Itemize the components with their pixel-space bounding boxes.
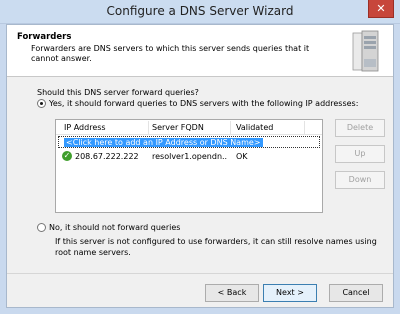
forward-yes-radio[interactable] bbox=[37, 99, 46, 108]
page-description: Forwarders are DNS servers to which this… bbox=[31, 44, 310, 63]
close-button[interactable]: ✕ bbox=[368, 0, 394, 18]
title-bar: Configure a DNS Server Wizard ✕ bbox=[0, 0, 400, 24]
table-row[interactable]: ✓ 208.67.222.222 resolver1.opendn... OK bbox=[56, 151, 322, 163]
next-button[interactable]: Next > bbox=[263, 284, 317, 302]
back-button[interactable]: < Back bbox=[205, 284, 259, 302]
server-icon bbox=[352, 30, 379, 72]
forward-question: Should this DNS server forward queries? bbox=[37, 88, 199, 97]
add-address-row[interactable]: <Click here to add an IP Address or DNS … bbox=[58, 136, 320, 148]
forward-yes-label[interactable]: Yes, it should forward queries to DNS se… bbox=[49, 99, 358, 108]
list-header: IP Address Server FQDN Validated bbox=[56, 120, 322, 135]
check-circle-icon: ✓ bbox=[62, 151, 72, 161]
column-separator bbox=[230, 121, 231, 134]
forwarders-list[interactable]: IP Address Server FQDN Validated <Click … bbox=[55, 119, 323, 213]
footer-divider bbox=[7, 273, 393, 274]
page-title: Forwarders bbox=[17, 32, 72, 42]
up-button[interactable]: Up bbox=[335, 145, 385, 163]
no-forwarders-note: If this server is not configured to use … bbox=[55, 237, 377, 257]
forward-no-label[interactable]: No, it should not forward queries bbox=[49, 223, 180, 232]
down-button[interactable]: Down bbox=[335, 171, 385, 189]
row-validated: OK bbox=[236, 152, 248, 161]
delete-button[interactable]: Delete bbox=[335, 119, 385, 137]
add-address-prompt[interactable]: <Click here to add an IP Address or DNS … bbox=[64, 138, 263, 147]
window-title: Configure a DNS Server Wizard bbox=[106, 4, 294, 18]
column-separator bbox=[304, 121, 305, 134]
column-ip-address[interactable]: IP Address bbox=[64, 123, 106, 132]
wizard-header: Forwarders Forwarders are DNS servers to… bbox=[7, 25, 393, 77]
column-separator bbox=[148, 121, 149, 134]
wizard-body: Forwarders Forwarders are DNS servers to… bbox=[6, 24, 394, 308]
row-ip-address: 208.67.222.222 bbox=[75, 152, 139, 161]
column-validated[interactable]: Validated bbox=[236, 123, 273, 132]
forward-no-radio[interactable] bbox=[37, 223, 46, 232]
column-server-fqdn[interactable]: Server FQDN bbox=[152, 123, 204, 132]
cancel-button[interactable]: Cancel bbox=[329, 284, 383, 302]
row-server-fqdn: resolver1.opendn... bbox=[152, 152, 228, 161]
